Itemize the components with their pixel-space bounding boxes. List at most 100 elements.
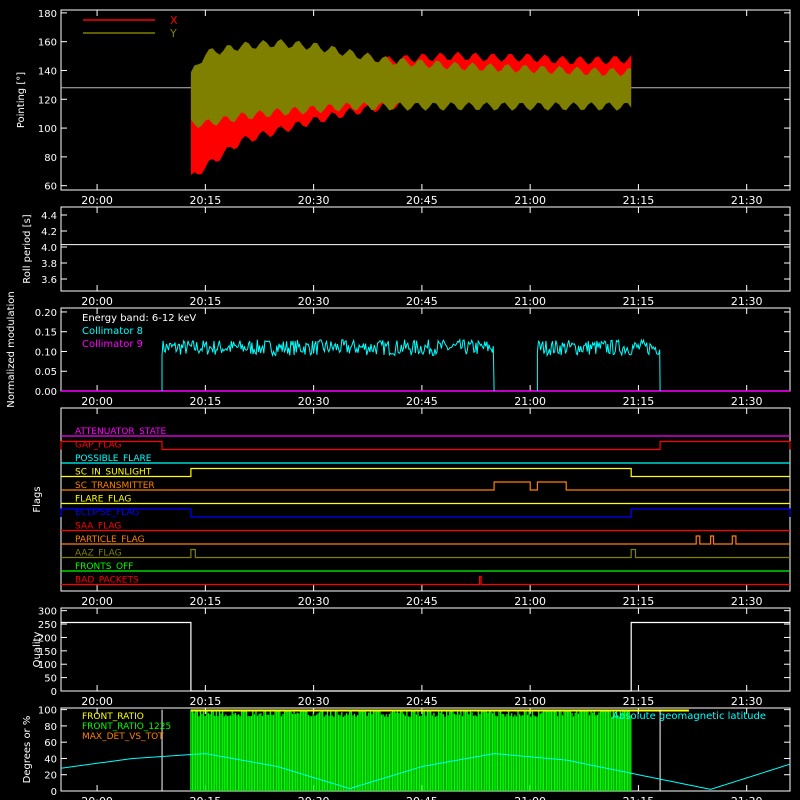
flag-line-aaz-flag [61, 548, 790, 559]
pointing-ylabel: Pointing [°] [16, 72, 27, 128]
roll-xtick-label: 20:45 [406, 295, 438, 308]
flag-line-sc-in-sunlight [61, 467, 790, 478]
quality-xtick-label: 20:00 [81, 695, 113, 708]
ratios-xtick-label: 20:30 [298, 795, 330, 800]
flags-xtick-label: 21:15 [623, 595, 655, 608]
ratios-xtick-label: 21:30 [731, 795, 763, 800]
modulation-xtick-label: 20:45 [406, 395, 438, 408]
flag-line-eclipse-flag [60, 508, 791, 518]
pointing-xtick-label: 20:00 [81, 194, 113, 207]
quality-xtick-label: 20:45 [406, 695, 438, 708]
ratios-legend-label: FRONT_RATIO_1225 [82, 722, 171, 732]
flag-label-fronts-off: FRONTS_OFF [75, 562, 133, 572]
modulation-xtick-label: 21:00 [514, 395, 546, 408]
flag-label-sc-transmitter: SC_TRANSMITTER [75, 481, 155, 491]
pointing-ytick-label: 80 [44, 153, 57, 164]
pointing-xtick-label: 21:30 [731, 194, 763, 207]
pointing-ytick-label: 100 [38, 124, 57, 135]
quality-xtick-label: 21:30 [731, 695, 763, 708]
roll-frame [60, 206, 791, 292]
pointing-legend-label-y: Y [169, 27, 177, 40]
roll-ytick-label: 4.2 [41, 227, 57, 238]
quality-ytick-label: 250 [38, 620, 57, 631]
modulation-ytick-label: 0.10 [35, 347, 57, 358]
flag-label-attenuator-state: ATTENUATOR_STATE [75, 427, 167, 437]
modulation-xtick-label: 21:15 [623, 395, 655, 408]
ratios-xtick-label: 20:45 [406, 795, 438, 800]
flag-label-possible-flare: POSSIBLE_FLARE [75, 454, 152, 464]
roll-ylabel: Roll period [s] [22, 214, 33, 283]
ratios-xtick-label: 21:15 [623, 795, 655, 800]
modulation-xtick-label: 20:30 [298, 395, 330, 408]
modulation-ylabel: Normalized modulation [6, 291, 17, 408]
modulation-ytick-label: 0.20 [35, 308, 57, 319]
pointing-ytick-label: 120 [38, 95, 57, 106]
ratios-xtick-label: 20:15 [190, 795, 222, 800]
roll-ytick-label: 3.6 [41, 275, 57, 286]
flags-xtick-label: 21:30 [731, 595, 763, 608]
flag-label-particle-flag: PARTICLE_FLAG [75, 535, 145, 545]
flag-label-saa-flag: SAA_FLAG [75, 522, 121, 532]
quality-ytick-label: 300 [38, 607, 57, 618]
ratios-ytick-label: 0 [51, 787, 57, 798]
modulation-ytick-label: 0.00 [35, 387, 57, 398]
modulation-xtick-label: 21:30 [731, 395, 763, 408]
hessi-quicklook-plot: 20:00 20:15 20:30 20:45 21:00 21:15 21:30 60 80 1… [6, 9, 791, 800]
flag-line-gap-flag [60, 440, 791, 451]
quality-xtick-label: 21:15 [623, 695, 655, 708]
pointing-legend-label-x: X [170, 14, 178, 27]
modulation-annotation: Energy band: 6-12 keV [82, 313, 196, 324]
quality-xtick-label: 21:00 [514, 695, 546, 708]
flag-label-flare-flag: FLARE_FLAG [75, 495, 131, 505]
pointing-ytick-label: 180 [38, 9, 57, 20]
pointing-ytick-label: 160 [38, 38, 57, 49]
roll-xtick-label: 21:00 [514, 295, 546, 308]
modulation-xtick-label: 20:15 [190, 395, 222, 408]
flag-label-gap-flag: GAP_FLAG [75, 441, 121, 451]
pointing-ytick-label: 60 [44, 182, 57, 193]
modulation-xtick-label: 20:00 [81, 395, 113, 408]
quality-ylabel: Quality [32, 632, 43, 668]
ratios-legend-label: MAX_DET_VS_TOT [82, 732, 164, 742]
ratios-ytick-label: 80 [44, 722, 57, 733]
ratios-xtick-label: 21:00 [514, 795, 546, 800]
modulation-ytick-label: 0.05 [35, 367, 57, 378]
roll-ytick-label: 3.8 [41, 259, 57, 270]
roll-ytick-label: 4.4 [41, 211, 57, 222]
pointing-xtick-label: 20:15 [190, 194, 222, 207]
ratios-ytick-label: 40 [44, 754, 57, 765]
flag-label-sc-in-sunlight: SC_IN_SUNLIGHT [75, 468, 152, 478]
roll-xtick-label: 20:15 [190, 295, 222, 308]
ratios-ytick-label: 100 [38, 706, 57, 717]
pointing-ytick-label: 140 [38, 66, 57, 77]
flags-ylabel: Flags [32, 486, 43, 512]
flags-xtick-label: 20:00 [81, 595, 113, 608]
flags-xtick-label: 20:15 [190, 595, 222, 608]
quality-ytick-label: 50 [44, 674, 57, 685]
modulation-ytick-label: 0.15 [35, 328, 57, 339]
quality-ytick-label: 0 [51, 687, 57, 698]
ratios-series-front-ratio-1225 [190, 709, 632, 791]
quality-series-line [61, 621, 790, 692]
pointing-xtick-label: 21:00 [514, 194, 546, 207]
flag-line-bad-packets [61, 575, 790, 586]
quality-xtick-label: 20:15 [190, 695, 222, 708]
flag-line-particle-flag [61, 535, 790, 545]
flag-line-sc-transmitter [61, 481, 790, 491]
pointing-xtick-label: 21:15 [623, 194, 655, 207]
flags-xtick-label: 21:00 [514, 595, 546, 608]
ratios-legend-label: FRONT_RATIO [82, 712, 144, 722]
quality-frame [60, 607, 791, 692]
quality-xtick-label: 20:30 [298, 695, 330, 708]
roll-xtick-label: 20:30 [298, 295, 330, 308]
flag-label-eclipse-flag: ECLIPSE_FLAG [75, 508, 139, 518]
flags-xtick-label: 20:45 [406, 595, 438, 608]
pointing-xtick-label: 20:30 [298, 194, 330, 207]
roll-xtick-label: 21:30 [731, 295, 763, 308]
ratios-xtick-label: 20:00 [81, 795, 113, 800]
flag-label-bad-packets: BAD_PACKETS [75, 576, 139, 586]
roll-xtick-label: 20:00 [81, 295, 113, 308]
roll-ytick-label: 4.0 [41, 243, 57, 254]
modulation-series-collimator-8 [161, 338, 661, 392]
pointing-xtick-label: 20:45 [406, 194, 438, 207]
